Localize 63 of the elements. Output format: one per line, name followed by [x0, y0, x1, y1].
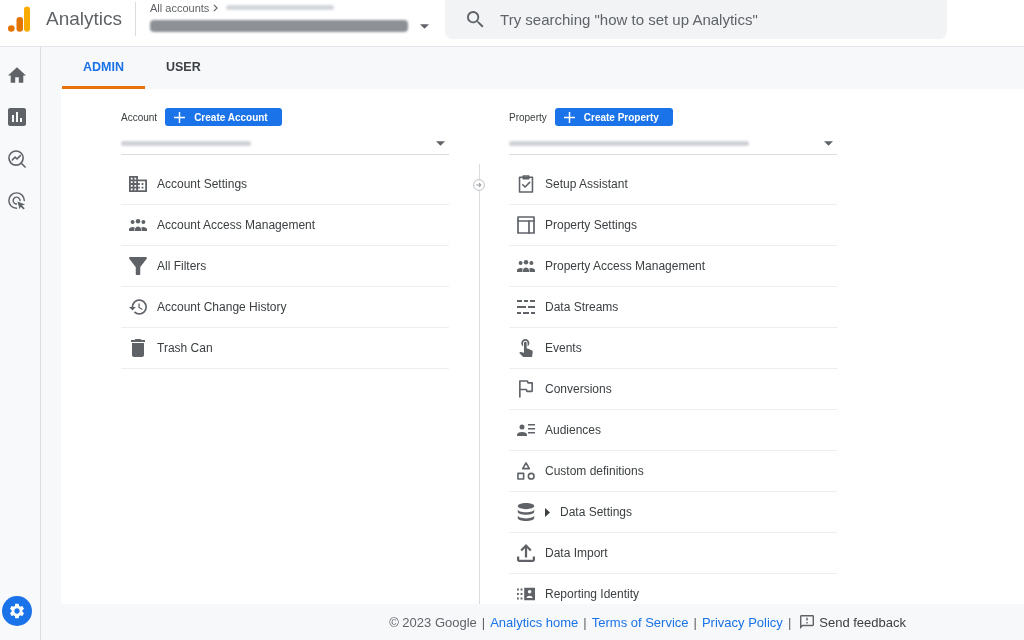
target-cursor-icon[interactable]: [8, 192, 26, 210]
footer-link[interactable]: Privacy Policy: [701, 614, 783, 630]
feedback-icon: [800, 615, 815, 629]
menu-item[interactable]: Account Access Management: [129, 216, 316, 234]
caret-down-icon: [436, 141, 445, 146]
chevron-right-icon: [213, 3, 219, 12]
people-icon: [517, 257, 535, 275]
separator-text: |: [693, 614, 697, 630]
section-label: Account: [121, 111, 158, 123]
menu-item[interactable]: Data Streams: [517, 298, 619, 316]
menu-item[interactable]: Trash Can: [129, 339, 213, 357]
upload-icon: [517, 544, 535, 562]
flag-icon: [517, 380, 535, 398]
funnel-icon: [129, 257, 147, 275]
people-icon: [129, 216, 147, 234]
bar-chart-icon[interactable]: [8, 108, 26, 126]
menu-item[interactable]: Data Import: [517, 544, 608, 562]
menu-item[interactable]: Setup Assistant: [517, 175, 628, 193]
settings-icon[interactable]: [2, 596, 32, 626]
bars-logo-icon[interactable]: [8, 6, 30, 32]
menu-item[interactable]: Events: [517, 339, 582, 357]
plus-icon: [563, 111, 575, 123]
search-field[interactable]: Try searching "how to set up Analytics": [445, 0, 948, 39]
create-button[interactable]: Create Account: [165, 108, 282, 126]
product-name: Analytics: [46, 8, 123, 30]
menu-item[interactable]: Property Access Management: [517, 257, 706, 275]
plus-icon: [174, 111, 186, 123]
trash-icon: [129, 339, 147, 357]
clipboard-check-icon: [517, 175, 535, 193]
menu-item[interactable]: Custom definitions: [517, 462, 644, 480]
breadcrumb-link[interactable]: All accounts: [150, 1, 210, 14]
section-label: Property: [509, 111, 547, 123]
footer-link[interactable]: Terms of Service: [591, 614, 689, 630]
create-button[interactable]: Create Property: [554, 108, 673, 126]
database-icon: [517, 503, 535, 521]
building-icon: [129, 175, 147, 193]
separator-text: |: [481, 614, 486, 630]
separator-text: |: [787, 614, 792, 630]
caret-down-icon[interactable]: [420, 23, 430, 29]
caret-down-icon: [824, 141, 833, 146]
copyright-text: © 2023 Google: [389, 614, 477, 630]
touch-icon: [517, 339, 535, 357]
person-list-icon: [517, 421, 535, 439]
list-card-icon: [517, 585, 535, 603]
menu-item[interactable]: Account Settings: [129, 175, 248, 193]
menu-item[interactable]: Property Settings: [517, 216, 638, 234]
dashed-lines-icon: [517, 298, 535, 316]
menu-item[interactable]: Reporting Identity: [517, 585, 640, 603]
home-icon[interactable]: [8, 66, 26, 84]
feedback-button[interactable]: Send feedback: [796, 614, 906, 630]
menu-item[interactable]: Account Change History: [129, 298, 287, 316]
separator-text: |: [583, 614, 587, 630]
expandable-menu-item[interactable]: Data Settings: [517, 503, 633, 521]
menu-item[interactable]: All Filters: [129, 257, 207, 275]
menu-item[interactable]: Conversions: [517, 380, 612, 398]
search-icon: [467, 11, 485, 28]
history-icon: [129, 298, 147, 316]
trend-circle-icon[interactable]: [8, 150, 26, 168]
tab[interactable]: USER: [144, 47, 222, 89]
menu-item[interactable]: Audiences: [517, 421, 602, 439]
footer-link[interactable]: Analytics home: [490, 614, 579, 630]
layout-icon: [517, 216, 535, 234]
shapes-icon: [517, 462, 535, 480]
